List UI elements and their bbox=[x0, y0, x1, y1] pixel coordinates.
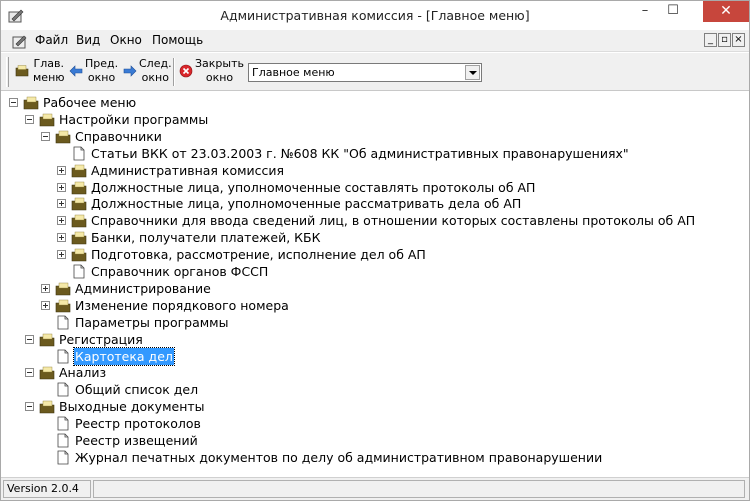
folder-icon bbox=[55, 129, 71, 144]
folder-icon bbox=[71, 180, 87, 195]
close-circle-icon bbox=[179, 64, 193, 78]
menu-bar: Файл Вид Окно Помощь _ ▫ × bbox=[1, 30, 749, 52]
tree-node-label[interactable]: Регистрация bbox=[58, 331, 144, 348]
window-select-value: Главное меню bbox=[252, 66, 335, 79]
document-icon bbox=[71, 146, 87, 161]
expand-icon[interactable] bbox=[57, 182, 66, 192]
mdi-restore-button[interactable]: ▫ bbox=[718, 33, 731, 47]
tree-node-label[interactable]: Реестр протоколов bbox=[74, 415, 202, 432]
maximize-button[interactable]: ☐ bbox=[659, 1, 687, 22]
menu-file[interactable]: Файл bbox=[35, 33, 68, 47]
tree-node-label[interactable]: Общий список дел bbox=[74, 381, 199, 398]
close-window-tool-button[interactable]: Закрыть окно bbox=[177, 56, 244, 88]
close-window-label-1: Закрыть bbox=[195, 57, 244, 70]
status-panel bbox=[93, 480, 745, 498]
close-window-button[interactable]: ✕ bbox=[703, 1, 749, 22]
collapse-icon[interactable] bbox=[9, 98, 18, 107]
prev-window-label-2: окно bbox=[87, 71, 116, 84]
next-window-label-2: окно bbox=[141, 71, 169, 84]
expand-icon[interactable] bbox=[57, 233, 66, 243]
document-icon bbox=[71, 264, 87, 279]
folder-icon bbox=[39, 365, 55, 380]
folder-icon bbox=[55, 298, 71, 313]
expand-icon[interactable] bbox=[41, 300, 50, 310]
expand-icon[interactable] bbox=[41, 283, 50, 293]
menu-help[interactable]: Помощь bbox=[152, 33, 203, 47]
main-menu-label-2: меню bbox=[33, 71, 65, 84]
mdi-minimize-button[interactable]: _ bbox=[704, 33, 717, 47]
main-menu-label-1: Глав. bbox=[33, 57, 64, 70]
folder-icon bbox=[71, 163, 87, 178]
toolbar-grip[interactable] bbox=[6, 57, 9, 87]
tree-node-label[interactable]: Изменение порядкового номера bbox=[74, 297, 290, 314]
folder-icon bbox=[71, 213, 87, 228]
arrow-left-icon bbox=[69, 65, 83, 77]
folder-icon bbox=[15, 65, 29, 77]
tree-node-label[interactable]: Реестр извещений bbox=[74, 432, 199, 449]
app-window: Административная комиссия - [Главное мен… bbox=[0, 0, 750, 501]
mdi-close-button[interactable]: × bbox=[732, 33, 745, 47]
tree-node-label[interactable]: Картотека дел bbox=[73, 346, 175, 366]
toolbar-separator bbox=[173, 58, 175, 86]
status-bar: Version 2.0.4 bbox=[1, 477, 749, 500]
folder-icon bbox=[71, 247, 87, 262]
chevron-down-icon[interactable] bbox=[465, 65, 480, 80]
expand-icon[interactable] bbox=[57, 250, 66, 260]
tree-node-label[interactable]: Справочник органов ФССП bbox=[90, 263, 269, 280]
arrow-right-icon bbox=[123, 65, 137, 77]
tree-node-label[interactable]: Должностные лица, уполномоченные составл… bbox=[90, 179, 536, 196]
tree-node-label[interactable]: Журнал печатных документов по делу об ад… bbox=[74, 449, 603, 466]
menu-view[interactable]: Вид bbox=[76, 33, 100, 47]
collapse-icon[interactable] bbox=[25, 114, 34, 124]
document-icon bbox=[55, 433, 71, 448]
close-window-label-2: окно bbox=[205, 71, 234, 84]
folder-icon bbox=[39, 112, 55, 127]
collapse-icon[interactable] bbox=[25, 368, 34, 378]
document-icon bbox=[55, 349, 71, 364]
collapse-icon[interactable] bbox=[41, 131, 50, 141]
expand-icon[interactable] bbox=[57, 199, 66, 209]
document-icon bbox=[55, 450, 71, 465]
version-label: Version 2.0.4 bbox=[3, 480, 91, 498]
window-select[interactable]: Главное меню bbox=[248, 63, 482, 82]
tree-node-label[interactable]: Администрирование bbox=[74, 280, 212, 297]
tree-node-label[interactable]: Анализ bbox=[58, 364, 107, 381]
folder-icon bbox=[39, 399, 55, 414]
folder-icon bbox=[71, 196, 87, 211]
document-icon bbox=[55, 315, 71, 330]
menu-tree: Рабочее меню Настройки программы Справочни… bbox=[1, 92, 749, 472]
tree-node-label[interactable]: Параметры программы bbox=[74, 314, 229, 331]
tree-node-label[interactable]: Банки, получатели платежей, КБК bbox=[90, 229, 321, 246]
tree-node-label[interactable]: Должностные лица, уполномоченные рассмат… bbox=[90, 195, 522, 212]
tree-node-label[interactable]: Справочники bbox=[74, 128, 163, 145]
collapse-icon[interactable] bbox=[25, 334, 34, 344]
minimize-button[interactable]: – bbox=[631, 1, 659, 22]
prev-window-button[interactable]: Пред. окно bbox=[67, 56, 119, 88]
collapse-icon[interactable] bbox=[25, 402, 34, 412]
next-window-button[interactable]: След. окно bbox=[121, 56, 173, 88]
tree-node-label[interactable]: Административная комиссия bbox=[90, 162, 285, 179]
mdi-controls: _ ▫ × bbox=[704, 33, 745, 48]
main-menu-button[interactable]: Глав. меню bbox=[13, 56, 65, 88]
tree-node-label[interactable]: Справочники для ввода сведений лиц, в от… bbox=[90, 212, 696, 229]
menu-window[interactable]: Окно bbox=[110, 33, 142, 47]
tree-node-label[interactable]: Выходные документы bbox=[58, 398, 206, 415]
tree-node-label[interactable]: Настройки программы bbox=[58, 111, 209, 128]
folder-icon bbox=[55, 281, 71, 296]
prev-window-label-1: Пред. bbox=[85, 57, 119, 70]
tree-node-label[interactable]: Рабочее меню bbox=[42, 94, 137, 111]
folder-icon bbox=[23, 95, 39, 110]
next-window-label-1: След. bbox=[139, 57, 172, 70]
document-icon bbox=[55, 382, 71, 397]
toolbar: Глав. меню Пред. окно След. окно Закрыть… bbox=[1, 53, 749, 91]
tree-node-label[interactable]: Подготовка, рассмотрение, исполнение дел… bbox=[90, 246, 427, 263]
document-icon[interactable] bbox=[12, 33, 28, 49]
expand-icon[interactable] bbox=[57, 216, 66, 226]
folder-icon bbox=[39, 332, 55, 347]
title-bar[interactable]: Административная комиссия - [Главное мен… bbox=[1, 1, 749, 30]
folder-icon bbox=[71, 230, 87, 245]
document-icon bbox=[55, 416, 71, 431]
tree-node-label[interactable]: Статьи ВКК от 23.03.2003 г. №608 КК "Об … bbox=[90, 145, 630, 162]
expand-icon[interactable] bbox=[57, 165, 66, 175]
